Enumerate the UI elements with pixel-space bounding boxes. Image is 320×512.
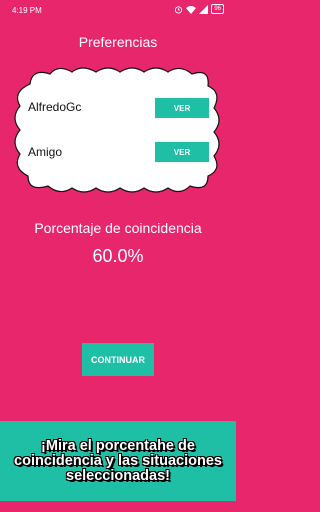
status-icons: 96 — [174, 4, 224, 14]
signal-icon — [199, 4, 209, 14]
alarm-icon — [175, 5, 183, 14]
cloud-panel — [14, 67, 220, 193]
promo-banner: ¡Mira el porcentahe de coincidencia y la… — [0, 421, 236, 501]
battery-level: 96 — [214, 6, 221, 12]
view-button-1[interactable]: VER — [155, 98, 209, 118]
status-time: 4:19 PM — [12, 6, 42, 15]
match-name-2: Amigo — [28, 145, 63, 159]
wifi-icon — [186, 5, 197, 14]
status-bar: 4:19 PM 96 — [0, 0, 236, 20]
promo-banner-text: ¡Mira el porcentahe de coincidencia y la… — [14, 437, 222, 484]
battery-icon: 96 — [211, 4, 224, 14]
view-button-2[interactable]: VER — [155, 142, 209, 162]
match-percentage-value: 60.0% — [92, 246, 144, 266]
match-name-1: AlfredoGc — [28, 100, 82, 114]
match-percentage-label: Porcentaje de coincidencia — [34, 220, 202, 236]
continue-button[interactable]: CONTINUAR — [82, 343, 154, 376]
page-title: Preferencias — [78, 34, 158, 50]
